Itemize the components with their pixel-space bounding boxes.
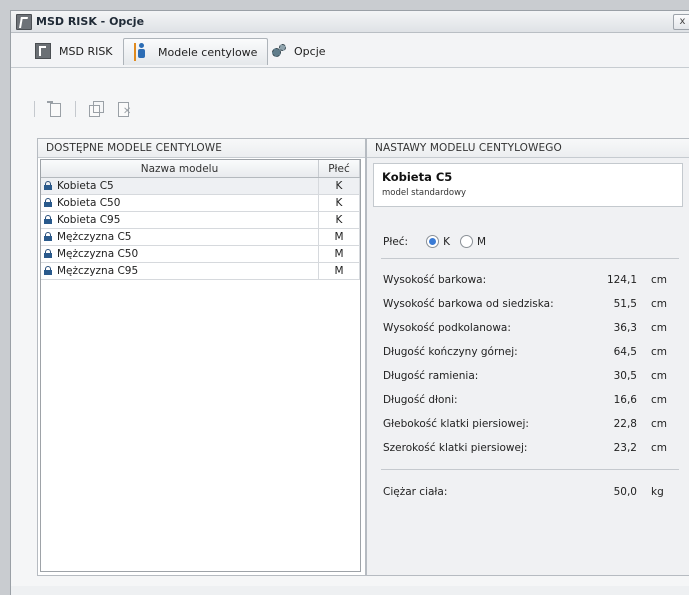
- divider: [381, 469, 679, 470]
- toolbar: [34, 99, 132, 119]
- model-settings-title: NASTAWY MODELU CENTYLOWEGO: [367, 139, 689, 158]
- measurement-label: Wysokość barkowa od siedziska:: [383, 298, 554, 310]
- measurement-value[interactable]: 16,6: [614, 394, 637, 406]
- measurement-value[interactable]: 64,5: [614, 346, 637, 358]
- sex-radio-k[interactable]: [426, 235, 440, 248]
- model-sex: M: [318, 262, 360, 280]
- measurement-unit: cm: [651, 442, 668, 454]
- table-row[interactable]: Mężczyzna C95 M: [41, 262, 360, 280]
- tab-opcje[interactable]: Opcje: [262, 38, 336, 64]
- column-header-sex[interactable]: Płeć: [318, 160, 360, 178]
- delete-icon[interactable]: [116, 101, 132, 117]
- options-window: MSD RISK - Opcje x MSD RISK Modele centy…: [10, 10, 689, 595]
- table-row[interactable]: Mężczyzna C50 M: [41, 245, 360, 263]
- model-name: Mężczyzna C5: [57, 231, 132, 243]
- weight-label: Ciężar ciała:: [383, 486, 448, 498]
- measurement-label: Długość dłoni:: [383, 394, 458, 406]
- measurement-value[interactable]: 22,8: [614, 418, 637, 430]
- msd-risk-icon: [35, 43, 51, 59]
- measurement-value[interactable]: 30,5: [614, 370, 637, 382]
- measurement-value[interactable]: 36,3: [614, 322, 637, 334]
- table-row[interactable]: Kobieta C95 K: [41, 211, 360, 229]
- table-row[interactable]: Kobieta C50 K: [41, 194, 360, 212]
- model-sex: M: [318, 228, 360, 246]
- measurement-label: Głebokość klatki piersiowej:: [383, 418, 529, 430]
- column-header-name[interactable]: Nazwa modelu: [41, 160, 319, 178]
- measurement-unit: cm: [651, 322, 668, 334]
- measurement-label: Wysokość barkowa:: [383, 274, 487, 286]
- model-sex: M: [318, 245, 360, 263]
- sex-radio-k-label[interactable]: K: [443, 236, 450, 248]
- model-sex: K: [318, 211, 360, 229]
- measurement-label: Długość kończyny górnej:: [383, 346, 518, 358]
- selected-model-description: model standardowy: [382, 188, 467, 198]
- tab-msd-risk[interactable]: MSD RISK: [25, 38, 123, 64]
- measurement-unit: cm: [651, 346, 668, 358]
- measurement-value[interactable]: 23,2: [614, 442, 637, 454]
- tab-modele-centylowe[interactable]: Modele centylowe: [123, 38, 269, 65]
- measurement-label: Szerokość klatki piersiowej:: [383, 442, 528, 454]
- tab-modele-centylowe-label: Modele centylowe: [158, 45, 258, 59]
- close-button[interactable]: x: [673, 14, 689, 30]
- measurement-unit: cm: [651, 274, 668, 286]
- tab-bar: MSD RISK Modele centylowe Opcje: [11, 33, 689, 68]
- tab-msd-risk-label: MSD RISK: [59, 44, 113, 58]
- sex-radio-m-label[interactable]: M: [477, 236, 486, 248]
- lock-icon: [44, 266, 52, 275]
- measurement-unit: cm: [651, 394, 668, 406]
- toolbar-grip: [34, 101, 35, 117]
- measurement-label: Wysokość podkolanowa:: [383, 322, 511, 334]
- model-settings-panel: NASTAWY MODELU CENTYLOWEGO Kobieta C5 mo…: [366, 138, 689, 576]
- lock-icon: [44, 198, 52, 207]
- measurement-value[interactable]: 51,5: [614, 298, 637, 310]
- weight-unit: kg: [651, 486, 664, 498]
- msd-risk-logo-icon: [16, 14, 32, 30]
- table-row[interactable]: Mężczyzna C5 M: [41, 228, 360, 246]
- available-models-title: DOSTĘPNE MODELE CENTYLOWE: [38, 139, 365, 158]
- toolbar-separator: [75, 101, 76, 117]
- lock-icon: [44, 232, 52, 241]
- new-model-icon[interactable]: [47, 101, 63, 117]
- divider: [381, 258, 679, 259]
- gears-icon: [272, 44, 286, 58]
- model-name-box: Kobieta C5 model standardowy: [373, 163, 683, 207]
- model-name: Kobieta C5: [57, 180, 114, 192]
- model-sex: K: [318, 177, 360, 195]
- lock-icon: [44, 215, 52, 224]
- model-name: Mężczyzna C50: [57, 248, 139, 260]
- sex-selector: Płeć: K M: [383, 235, 486, 248]
- measurement-label: Długość ramienia:: [383, 370, 479, 382]
- weight-value[interactable]: 50,0: [614, 486, 637, 498]
- model-name: Mężczyzna C95: [57, 265, 139, 277]
- model-name: Kobieta C50: [57, 197, 121, 209]
- lock-icon: [44, 249, 52, 258]
- lock-icon: [44, 181, 52, 190]
- measurement-value[interactable]: 124,1: [607, 274, 637, 286]
- window-title: MSD RISK - Opcje: [36, 15, 145, 28]
- sex-radio-m[interactable]: [459, 235, 473, 248]
- measurement-unit: cm: [651, 298, 668, 310]
- model-icon: [134, 43, 150, 61]
- available-models-panel: DOSTĘPNE MODELE CENTYLOWE Nazwa modelu P…: [37, 138, 366, 576]
- title-bar: MSD RISK - Opcje x: [11, 11, 689, 33]
- measurement-unit: cm: [651, 370, 668, 382]
- copy-icon[interactable]: [88, 101, 104, 117]
- table-row[interactable]: Kobieta C5 K: [41, 177, 360, 195]
- sex-label: Płeć:: [383, 235, 409, 248]
- measurement-unit: cm: [651, 418, 668, 430]
- models-grid[interactable]: Nazwa modelu Płeć Kobieta C5 K Kobieta C…: [40, 159, 361, 572]
- model-name: Kobieta C95: [57, 214, 121, 226]
- selected-model-name: Kobieta C5: [382, 170, 453, 184]
- model-sex: K: [318, 194, 360, 212]
- tab-opcje-label: Opcje: [294, 44, 326, 58]
